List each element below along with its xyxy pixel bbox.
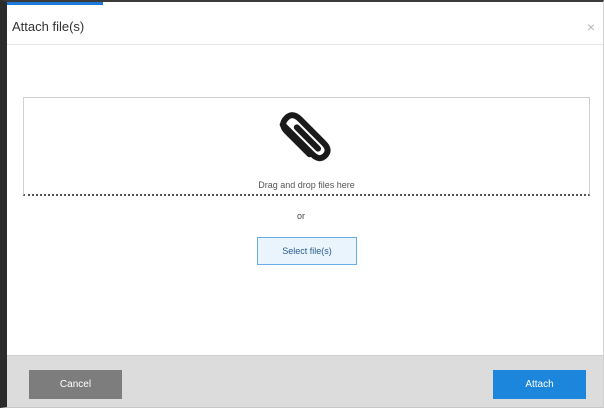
dialog-footer: Cancel Attach <box>7 355 603 407</box>
select-files-label: Select file(s) <box>282 246 332 256</box>
or-separator: or <box>296 211 305 221</box>
attach-button[interactable]: Attach <box>493 370 586 399</box>
select-files-button[interactable]: Select file(s) <box>257 237 357 265</box>
title-accent-bar <box>7 2 103 5</box>
drop-instructions: Drag and drop files here <box>258 180 355 190</box>
drop-zone[interactable]: Drag and drop files here <box>23 97 590 196</box>
dialog-title: Attach file(s) <box>12 19 85 34</box>
cancel-button[interactable]: Cancel <box>29 370 122 399</box>
close-icon[interactable]: × <box>587 19 595 35</box>
dialog-header: Attach file(s) × <box>7 2 603 45</box>
attach-files-dialog: Attach file(s) × Drag and drop files her… <box>0 0 604 408</box>
paperclip-icon <box>279 112 331 162</box>
